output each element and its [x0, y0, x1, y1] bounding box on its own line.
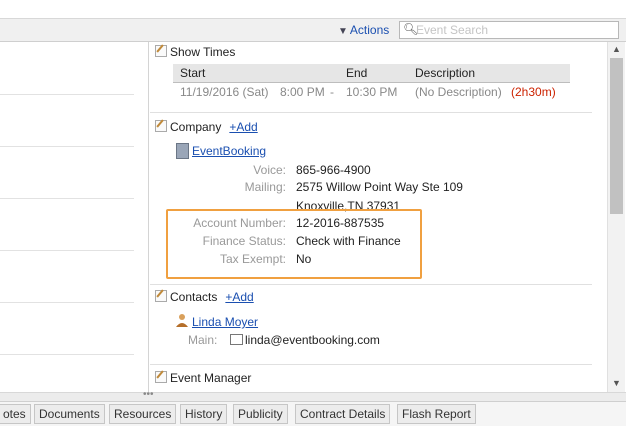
person-icon — [176, 314, 188, 327]
tab-resources[interactable]: Resources — [109, 404, 177, 424]
tab-publicity[interactable]: Publicity — [233, 404, 288, 424]
section-divider — [150, 284, 592, 285]
edit-icon[interactable] — [155, 120, 167, 132]
dropdown-triangle-icon: ▼ — [338, 26, 348, 37]
left-divider — [0, 198, 134, 199]
left-divider — [0, 94, 134, 95]
section-divider — [150, 364, 592, 365]
show-times-header: Show Times — [155, 45, 235, 59]
contacts-title: Contacts — [170, 290, 218, 304]
mailing-line1: 2575 Willow Point Way Ste 109 — [296, 180, 463, 194]
left-pane — [0, 42, 149, 392]
tab-notes[interactable]: otes — [0, 404, 31, 424]
top-strip — [0, 0, 626, 19]
scroll-up-icon[interactable]: ▲ — [608, 42, 625, 56]
company-name-link[interactable]: EventBooking — [192, 144, 266, 158]
pane-splitter[interactable]: ••• — [0, 389, 626, 401]
start-time: 8:00 PM — [280, 85, 325, 99]
duration: (2h30m) — [511, 85, 556, 99]
actions-menu[interactable]: ▼ Actions — [338, 23, 389, 37]
envelope-icon — [230, 334, 243, 345]
tab-flash-report[interactable]: Flash Report — [397, 404, 476, 424]
voice-value: 865-966-4900 — [296, 163, 371, 177]
voice-label: Voice: — [253, 163, 286, 177]
event-search-input[interactable] — [416, 22, 614, 37]
column-start: Start — [180, 66, 206, 80]
mailing-label: Mailing: — [244, 180, 286, 194]
toolbar: ▼ Actions 🔍︎ — [0, 19, 626, 42]
event-search-box[interactable]: 🔍︎ — [399, 21, 619, 39]
tax-exempt-value: No — [296, 252, 312, 266]
bottom-tab-bar: otes Documents Resources History Publici… — [0, 401, 626, 426]
vertical-scrollbar[interactable]: ▲ ▼ — [607, 42, 625, 392]
account-number-label: Account Number: — [193, 216, 286, 230]
section-divider — [150, 112, 592, 113]
show-time-row[interactable]: 11/19/2016 (Sat) 8:00 PM - 10:30 PM (No … — [173, 85, 570, 101]
finance-status-value: Check with Finance — [296, 234, 401, 248]
description: (No Description) — [415, 85, 502, 99]
left-divider — [0, 146, 134, 147]
company-header: Company +Add — [155, 120, 258, 134]
tax-exempt-label: Tax Exempt: — [219, 252, 286, 266]
contacts-header: Contacts +Add — [155, 290, 254, 304]
left-divider — [0, 302, 134, 303]
show-times-title: Show Times — [170, 45, 236, 59]
start-date: 11/19/2016 (Sat) — [180, 85, 269, 99]
scroll-down-icon[interactable]: ▼ — [608, 376, 625, 390]
tab-contract-details[interactable]: Contract Details — [295, 404, 391, 424]
contact-email[interactable]: linda@eventbooking.com — [230, 333, 380, 347]
edit-icon[interactable] — [155, 290, 167, 302]
actions-label: Actions — [349, 23, 390, 37]
tab-history[interactable]: History — [180, 404, 228, 424]
time-dash: - — [330, 85, 334, 99]
company-title: Company — [170, 120, 222, 134]
left-divider — [0, 354, 134, 355]
event-details-panel: Show Times Start End Description 11/19/2… — [150, 42, 606, 392]
contact-email-text: linda@eventbooking.com — [245, 333, 380, 347]
event-manager-title: Event Manager — [170, 371, 252, 385]
edit-icon[interactable] — [155, 45, 167, 57]
add-contact-link[interactable]: +Add — [225, 290, 253, 304]
event-manager-header: Event Manager — [155, 371, 251, 385]
account-number-value: 12-2016-887535 — [296, 216, 385, 230]
show-times-table-header: Start End Description — [173, 64, 570, 83]
building-icon — [176, 143, 189, 159]
edit-icon[interactable] — [155, 371, 167, 383]
splitter-grip-icon[interactable]: ••• — [143, 389, 154, 400]
main-label: Main: — [188, 333, 218, 347]
finance-status-label: Finance Status: — [202, 234, 286, 248]
contact-name-link[interactable]: Linda Moyer — [192, 315, 258, 329]
left-divider — [0, 250, 134, 251]
tab-documents[interactable]: Documents — [34, 404, 105, 424]
add-company-link[interactable]: +Add — [229, 120, 257, 134]
column-end: End — [346, 66, 368, 80]
scroll-thumb[interactable] — [610, 58, 623, 214]
end-time: 10:30 PM — [346, 85, 398, 99]
column-description: Description — [415, 66, 476, 80]
